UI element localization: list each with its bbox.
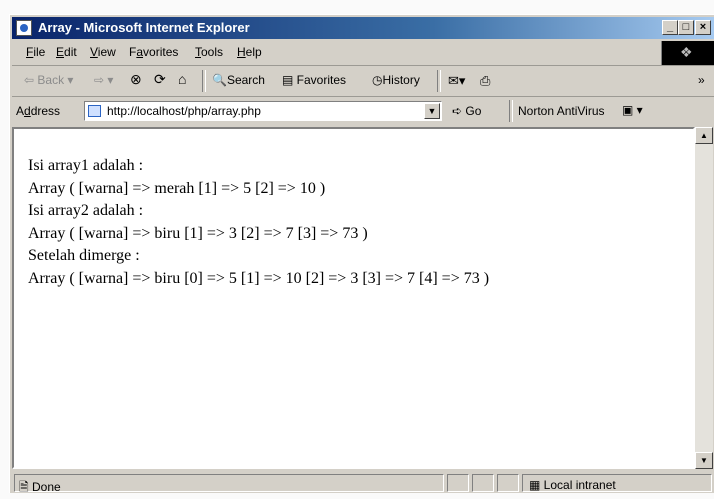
menu-file[interactable]: File [26, 45, 45, 59]
output-line: Setelah dimerge : [28, 247, 140, 264]
forward-button[interactable]: ⇨ ▾ [94, 73, 113, 87]
page-viewport[interactable]: Isi array1 adalah : Array ( [warna] => m… [12, 127, 695, 469]
standard-toolbar: ⇦ Back ▾ ⇨ ▾ ⊗ ⟳ ⌂ 🔍Search ▤ Favorites ◷… [12, 66, 714, 97]
back-label: Back [37, 73, 65, 87]
links-separator [509, 100, 513, 122]
output-line: Array ( [warna] => biru [1] => 3 [2] => … [28, 224, 368, 242]
address-url: http://localhost/php/array.php [107, 104, 261, 118]
history-label: History [382, 73, 420, 87]
ie-app-icon[interactable] [16, 20, 32, 36]
address-input[interactable]: http://localhost/php/array.php ▼ [84, 101, 442, 121]
menu-help[interactable]: Help [237, 45, 262, 59]
status-done: 🗎 Done [19, 480, 61, 494]
back-button[interactable]: ⇦ Back ▾ [24, 73, 73, 87]
address-label: Address [16, 104, 61, 118]
go-button[interactable]: ➪ Go [452, 104, 481, 118]
mail-icon[interactable]: ✉▾ [448, 73, 465, 89]
stop-icon[interactable]: ⊗ [130, 71, 142, 88]
status-panel [497, 474, 519, 492]
toolbar-separator-2 [437, 70, 441, 92]
scroll-up-button[interactable]: ▲ [695, 127, 713, 144]
search-label: Search [226, 73, 265, 87]
zone-panel: ▦ Local intranet [522, 474, 712, 492]
refresh-icon[interactable]: ⟳ [154, 71, 166, 88]
status-bar: 🗎 Done ▦ Local intranet [12, 471, 714, 494]
page-body: Isi array1 adalah : Array ( [warna] => m… [28, 155, 489, 290]
window-title: Array - Microsoft Internet Explorer [38, 20, 250, 35]
menu-edit[interactable]: Edit [56, 45, 77, 59]
search-button[interactable]: 🔍Search [212, 73, 265, 87]
status-panel [447, 474, 469, 492]
print-icon[interactable]: ⎙ [480, 73, 490, 89]
close-button[interactable]: × [695, 20, 711, 35]
zone-label: ▦ Local intranet [529, 478, 616, 492]
output-line: Isi array1 adalah : [28, 157, 144, 174]
history-button[interactable]: ◷History [372, 73, 420, 87]
output-line: Array ( [warna] => merah [1] => 5 [2] =>… [28, 179, 326, 197]
vertical-scrollbar[interactable]: ▲ ▼ [695, 127, 713, 469]
menu-bar: File Edit View Favorites Tools Help [12, 41, 714, 66]
output-line: Array ( [warna] => biru [0] => 5 [1] => … [28, 269, 490, 287]
toolbar-separator [202, 70, 206, 92]
norton-dropdown-icon[interactable]: ▣ ▾ [622, 103, 643, 117]
menu-tools[interactable]: Tools [195, 45, 223, 59]
ie-throbber-logo [661, 41, 714, 65]
page-icon [88, 105, 101, 117]
status-panel [472, 474, 494, 492]
favorites-label: Favorites [296, 73, 347, 87]
maximize-button[interactable]: □ [678, 20, 694, 35]
title-bar[interactable]: Array - Microsoft Internet Explorer _ □ … [12, 17, 714, 39]
scroll-down-button[interactable]: ▼ [695, 452, 713, 469]
norton-antivirus-button[interactable]: Norton AntiVirus [518, 104, 605, 118]
favorites-button[interactable]: ▤ Favorites [282, 73, 346, 87]
ie-window: Array - Microsoft Internet Explorer _ □ … [9, 14, 714, 494]
menu-view[interactable]: View [90, 45, 116, 59]
menu-favorites[interactable]: Favorites [129, 45, 178, 59]
toolbar-overflow-chevron[interactable]: » [698, 73, 705, 87]
output-line: Isi array2 adalah : [28, 202, 144, 219]
minimize-button[interactable]: _ [662, 20, 678, 35]
status-main-panel: 🗎 Done [14, 474, 444, 494]
home-icon[interactable]: ⌂ [178, 71, 186, 87]
go-label: Go [465, 104, 482, 118]
address-dropdown-button[interactable]: ▼ [424, 103, 440, 119]
address-bar: Address http://localhost/php/array.php ▼… [12, 97, 714, 125]
